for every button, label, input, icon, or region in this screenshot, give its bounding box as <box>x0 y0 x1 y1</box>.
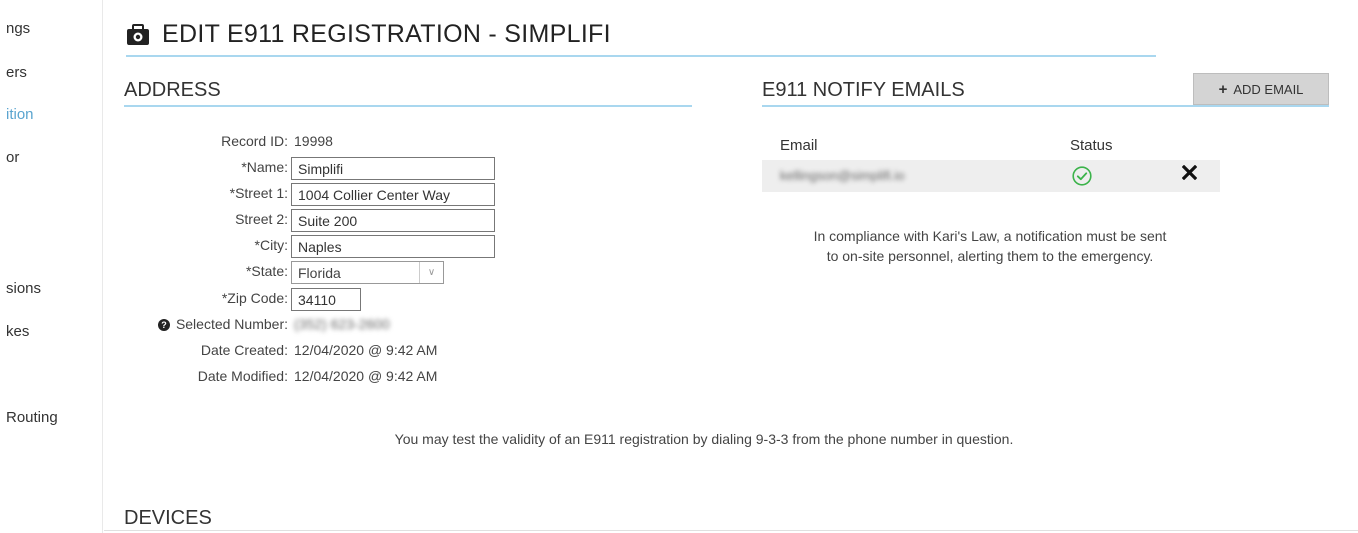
add-email-button[interactable]: + ADD EMAIL <box>1193 73 1329 105</box>
devices-divider <box>104 530 1358 531</box>
karis-law-line2: to on-site personnel, alerting them to t… <box>826 248 1154 264</box>
sidebar-item-extensions[interactable]: sions <box>6 280 41 297</box>
street2-label: Street 2: <box>235 211 288 227</box>
close-icon <box>1181 164 1198 181</box>
karis-law-line1: In compliance with Kari's Law, a notific… <box>813 228 1167 244</box>
state-label: *State: <box>245 263 288 279</box>
test-validity-notice: You may test the validity of an E911 reg… <box>394 431 1014 447</box>
record-id-value: 19998 <box>294 133 333 149</box>
sidebar-item-location[interactable]: ition <box>6 106 34 123</box>
chevron-down-icon[interactable]: ∨ <box>419 262 443 283</box>
name-field[interactable] <box>291 157 495 180</box>
zip-field[interactable] <box>291 288 361 311</box>
date-modified-label: Date Modified: <box>197 368 288 384</box>
emails-heading: E911 NOTIFY EMAILS <box>762 79 965 101</box>
email-column-header: Email <box>780 137 818 154</box>
briefcase-icon <box>126 23 150 46</box>
sidebar-item-users[interactable]: ers <box>6 64 27 81</box>
email-address: kellingson@simplifi.io <box>780 168 905 183</box>
record-id-label: Record ID: <box>221 133 288 149</box>
state-select[interactable]: Florida ∨ <box>291 261 444 284</box>
sidebar-item-or[interactable]: or <box>6 149 19 166</box>
street1-label: *Street 1: <box>229 185 288 201</box>
selected-number-label: ? Selected Number: <box>104 316 288 332</box>
check-circle-icon <box>1071 165 1093 192</box>
city-label: *City: <box>254 237 288 253</box>
karis-law-notice: In compliance with Kari's Law, a notific… <box>740 226 1240 266</box>
title-divider <box>126 55 1156 57</box>
date-modified-value: 12/04/2020 @ 9:42 AM <box>294 368 438 384</box>
street2-field[interactable] <box>291 209 495 232</box>
devices-heading: DEVICES <box>124 507 212 529</box>
date-created-label: Date Created: <box>200 342 288 358</box>
emails-divider <box>762 105 1329 107</box>
table-row: kellingson@simplifi.io <box>762 160 1220 192</box>
help-icon[interactable]: ? <box>157 319 170 332</box>
status-column-header: Status <box>1070 137 1113 154</box>
sidebar-item-settings[interactable]: ngs <box>6 20 30 37</box>
add-email-label: ADD EMAIL <box>1233 81 1304 97</box>
state-select-value: Florida <box>298 264 341 281</box>
sidebar: ngs ers ition or sions kes Routing <box>0 0 103 533</box>
page-title: EDIT E911 REGISTRATION - SIMPLIFI <box>126 20 611 49</box>
plus-icon: + <box>1218 80 1228 98</box>
address-heading: ADDRESS <box>124 79 221 101</box>
selected-number-label-text: Selected Number: <box>175 316 288 332</box>
sidebar-item-routing[interactable]: Routing <box>6 409 58 426</box>
selected-number-value: (352) 623-2600 <box>294 316 390 332</box>
page-title-text: EDIT E911 REGISTRATION - SIMPLIFI <box>162 20 611 48</box>
street1-field[interactable] <box>291 183 495 206</box>
zip-label: *Zip Code: <box>221 290 288 306</box>
name-label: *Name: <box>241 159 288 175</box>
date-created-value: 12/04/2020 @ 9:42 AM <box>294 342 438 358</box>
remove-email-button[interactable] <box>1181 164 1198 186</box>
city-field[interactable] <box>291 235 495 258</box>
main-content: EDIT E911 REGISTRATION - SIMPLIFI ADDRES… <box>104 0 1358 533</box>
sidebar-item-kes[interactable]: kes <box>6 323 29 340</box>
address-divider <box>124 105 692 107</box>
